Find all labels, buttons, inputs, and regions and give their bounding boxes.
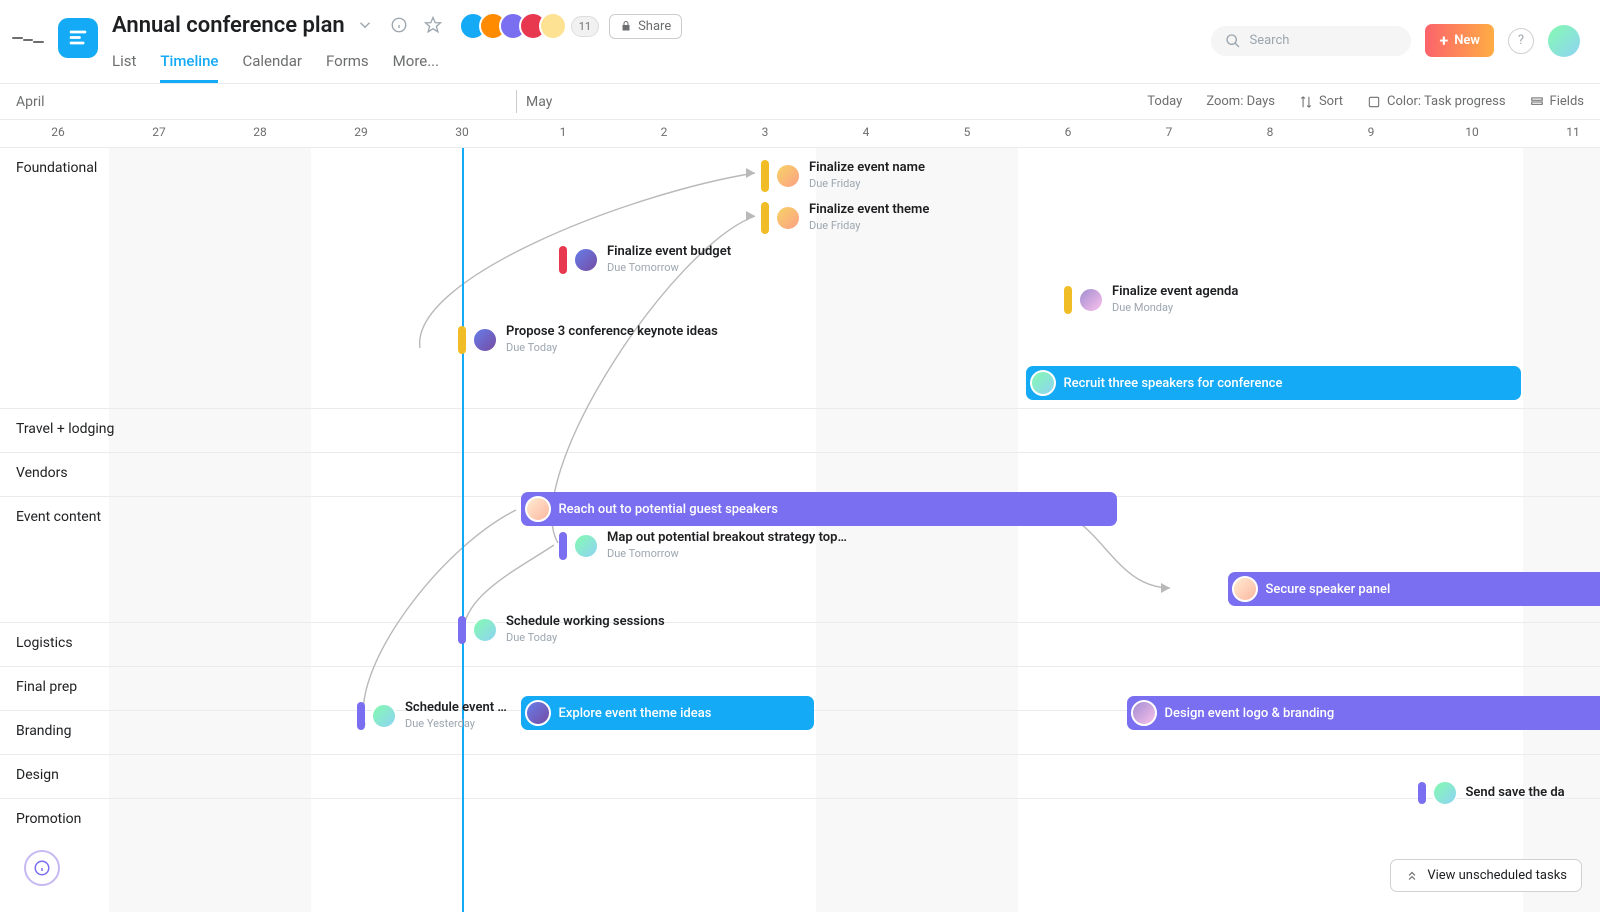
task-secure-panel[interactable]: Secure speaker panel [1228,572,1600,606]
section-travel-lodging[interactable]: Travel + lodging [0,408,210,452]
task-propose-keynote[interactable]: Propose 3 conference keynote ideas Due T… [458,324,718,355]
tab-calendar[interactable]: Calendar [242,46,302,83]
toolbar-sort[interactable]: Sort [1299,94,1343,109]
member-avatars[interactable] [459,12,567,40]
info-icon[interactable] [389,15,409,35]
date-11: 11 [1523,120,1600,139]
row-divider [0,754,1600,755]
tab-timeline[interactable]: Timeline [160,46,218,83]
view-unscheduled-button[interactable]: View unscheduled tasks [1390,859,1582,892]
search-placeholder: Search [1249,33,1289,48]
date-6: 6 [1018,120,1119,139]
toolbar-fields[interactable]: Fields [1530,94,1584,109]
project-title[interactable]: Annual conference plan [112,13,345,38]
task-explore-theme[interactable]: Explore event theme ideas [521,696,814,730]
star-icon[interactable] [423,15,443,35]
month-label-may: May [526,94,552,110]
project-icon [58,18,98,58]
date-5: 5 [917,120,1018,139]
date-8: 8 [1220,120,1321,139]
row-divider [0,452,1600,453]
section-branding[interactable]: Branding [0,710,210,754]
toolbar-color[interactable]: Color: Task progress [1367,94,1506,109]
task-finalize-theme[interactable]: Finalize event theme Due Friday [761,202,929,234]
info-hint-button[interactable] [24,850,60,886]
tab-list[interactable]: List [112,46,136,83]
new-label: New [1454,33,1480,48]
task-schedule-working[interactable]: Schedule working sessions Due Today [458,614,665,645]
share-label: Share [638,19,671,34]
date-3: 3 [715,120,816,139]
menu-button[interactable] [12,24,44,56]
chevron-down-icon[interactable] [355,15,375,35]
section-vendors[interactable]: Vendors [0,452,210,496]
section-logistics[interactable]: Logistics [0,622,210,666]
profile-avatar[interactable] [1548,25,1580,57]
date-4: 4 [816,120,917,139]
date-2: 2 [614,120,715,139]
toolbar-zoom[interactable]: Zoom: Days [1206,94,1275,109]
date-26: 26 [8,120,109,139]
tab-forms[interactable]: Forms [326,46,369,83]
date-28: 28 [210,120,311,139]
share-button[interactable]: Share [609,14,682,39]
section-promotion[interactable]: Promotion [0,798,210,842]
toolbar-today[interactable]: Today [1147,94,1182,109]
row-divider [0,798,1600,799]
help-button[interactable]: ? [1508,28,1534,54]
section-foundational[interactable]: Foundational [0,148,210,408]
date-10: 10 [1422,120,1523,139]
task-recruit-speakers[interactable]: Recruit three speakers for conference [1026,366,1521,400]
row-divider [0,408,1600,409]
task-finalize-name[interactable]: Finalize event name Due Friday [761,160,925,192]
tab-more[interactable]: More... [393,46,439,83]
date-27: 27 [109,120,210,139]
task-finalize-budget[interactable]: Finalize event budget Due Tomorrow [559,244,731,275]
section-final-prep[interactable]: Final prep [0,666,210,710]
section-design[interactable]: Design [0,754,210,798]
task-send-savedate[interactable]: Send save the da [1418,780,1565,806]
member-overflow[interactable]: 11 [571,16,599,37]
new-button[interactable]: + New [1425,24,1494,57]
task-reach-out[interactable]: Reach out to potential guest speakers [521,492,1117,526]
date-9: 9 [1321,120,1422,139]
date-1: 1 [513,120,614,139]
date-29: 29 [311,120,412,139]
task-design-logo[interactable]: Design event logo & branding [1127,696,1600,730]
search-input[interactable]: Search [1211,26,1411,56]
task-breakout[interactable]: Map out potential breakout strategy top…… [559,530,847,561]
date-7: 7 [1119,120,1220,139]
task-schedule-event[interactable]: Schedule event … Due Yesterday [357,700,507,731]
month-label-april: April [16,94,45,110]
date-30: 30 [412,120,513,139]
tabs: List Timeline Calendar Forms More... [112,46,1197,83]
month-divider [516,90,517,113]
row-divider [0,666,1600,667]
row-divider [0,622,1600,623]
section-event-content[interactable]: Event content [0,496,210,622]
task-finalize-agenda[interactable]: Finalize event agenda Due Monday [1064,284,1238,315]
